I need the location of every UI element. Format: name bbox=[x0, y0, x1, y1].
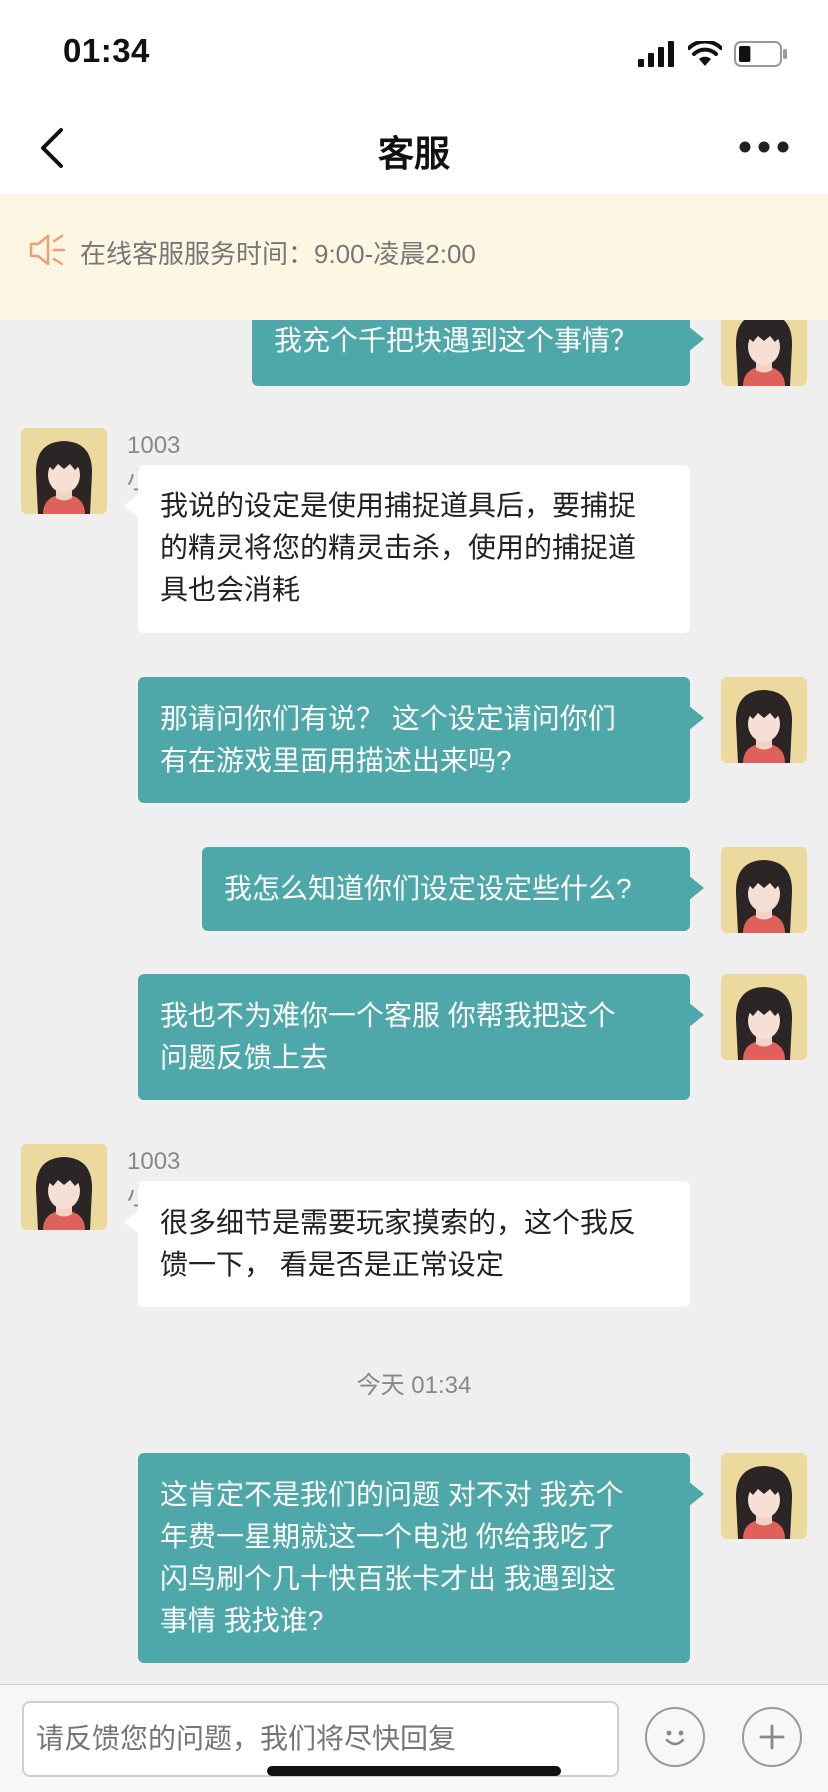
message-line: 事情 我找谁? bbox=[160, 1605, 324, 1636]
page-title: 客服 bbox=[377, 133, 450, 174]
message-bubble[interactable]: 这肯定不是我们的问题 对不对 我充个 年费一星期就这一个电池 你给我吃了 闪鸟刷… bbox=[138, 1453, 704, 1663]
input-bar bbox=[0, 1684, 828, 1792]
avatar-illustration bbox=[721, 974, 807, 1060]
agent-avatar[interactable] bbox=[21, 428, 107, 514]
chat-messages[interactable]: 我充个千把块遇到这个事情？ 1003小玥 我说的设定是使用捕捉道具后，要捕捉 的… bbox=[0, 320, 828, 1684]
message-bubble[interactable]: 我充个千把块遇到这个事情？ bbox=[252, 320, 704, 386]
message-bubble[interactable]: 我说的设定是使用捕捉道具后，要捕捉 的精灵将您的精灵击杀，使用的捕捉道 具也会消… bbox=[124, 465, 690, 633]
user-avatar[interactable] bbox=[721, 974, 807, 1060]
message-line: 馈一下， 看是否是正常设定 bbox=[160, 1249, 504, 1280]
message-line: 我说的设定是使用捕捉道具后，要捕捉 bbox=[160, 490, 637, 521]
plus-icon bbox=[759, 1724, 785, 1750]
home-indicator bbox=[267, 1766, 561, 1776]
battery-icon bbox=[734, 41, 787, 67]
avatar-illustration bbox=[721, 320, 807, 386]
avatar-illustration bbox=[721, 677, 807, 763]
message-line: 闪鸟刷个几十快百张卡才出 我遇到这 bbox=[160, 1563, 616, 1594]
message-line: 很多细节是需要玩家摸索的，这个我反 bbox=[160, 1207, 637, 1238]
add-attachment-button[interactable] bbox=[742, 1707, 802, 1767]
message-line: 我怎么知道你们设定设定些什么? bbox=[224, 873, 632, 904]
message-line: 具也会消耗 bbox=[160, 574, 301, 605]
user-avatar[interactable] bbox=[721, 847, 807, 933]
service-hours-notice: 在线客服服务时间：9:00-凌晨2:00 bbox=[0, 194, 828, 320]
message-line: 我也不为难你一个客服 你帮我把这个 bbox=[160, 1000, 616, 1031]
message-line: 这肯定不是我们的问题 对不对 我充个 bbox=[160, 1479, 624, 1510]
avatar-illustration bbox=[21, 428, 107, 514]
message-line: 有在游戏里面用描述出来吗? bbox=[160, 745, 512, 776]
agent-avatar[interactable] bbox=[21, 1144, 107, 1230]
message-bubble[interactable]: 很多细节是需要玩家摸索的，这个我反 馈一下， 看是否是正常设定 bbox=[124, 1181, 690, 1307]
avatar-illustration bbox=[21, 1144, 107, 1230]
message-timestamp: 今天 01:34 bbox=[356, 1372, 472, 1399]
message-line: 年费一星期就这一个电池 你给我吃了 bbox=[160, 1521, 616, 1552]
status-icons bbox=[638, 38, 788, 70]
more-options-button[interactable] bbox=[728, 122, 800, 172]
avatar-illustration bbox=[721, 847, 807, 933]
emoji-button[interactable] bbox=[645, 1707, 705, 1767]
message-bubble[interactable]: 那请问你们有说？ 这个设定请问你们 有在游戏里面用描述出来吗? bbox=[138, 677, 704, 803]
message-bubble[interactable]: 我怎么知道你们设定设定些什么? bbox=[202, 847, 704, 931]
speaker-icon bbox=[29, 234, 66, 266]
message-bubble[interactable]: 我也不为难你一个客服 你帮我把这个 问题反馈上去 bbox=[138, 974, 704, 1100]
user-avatar[interactable] bbox=[721, 677, 807, 763]
smiley-icon bbox=[665, 1730, 685, 1746]
message-line: 那请问你们有说？ 这个设定请问你们 bbox=[160, 703, 616, 734]
cellular-signal-icon bbox=[638, 41, 674, 67]
user-avatar[interactable] bbox=[721, 1453, 807, 1539]
user-avatar[interactable] bbox=[721, 320, 807, 386]
notice-text: 在线客服服务时间：9:00-凌晨2:00 bbox=[80, 239, 476, 269]
status-time: 01:34 bbox=[63, 32, 150, 69]
avatar-illustration bbox=[721, 1453, 807, 1539]
more-horizontal-icon bbox=[739, 141, 789, 153]
wifi-icon bbox=[688, 41, 722, 66]
message-line: 的精灵将您的精灵击杀，使用的捕捉道 bbox=[160, 532, 637, 563]
status-bar: 01:34 bbox=[0, 0, 828, 100]
message-line: 问题反馈上去 bbox=[160, 1042, 329, 1073]
nav-bar: 客服 bbox=[0, 100, 828, 194]
message-line: 我充个千把块遇到这个事情？ bbox=[274, 325, 639, 356]
